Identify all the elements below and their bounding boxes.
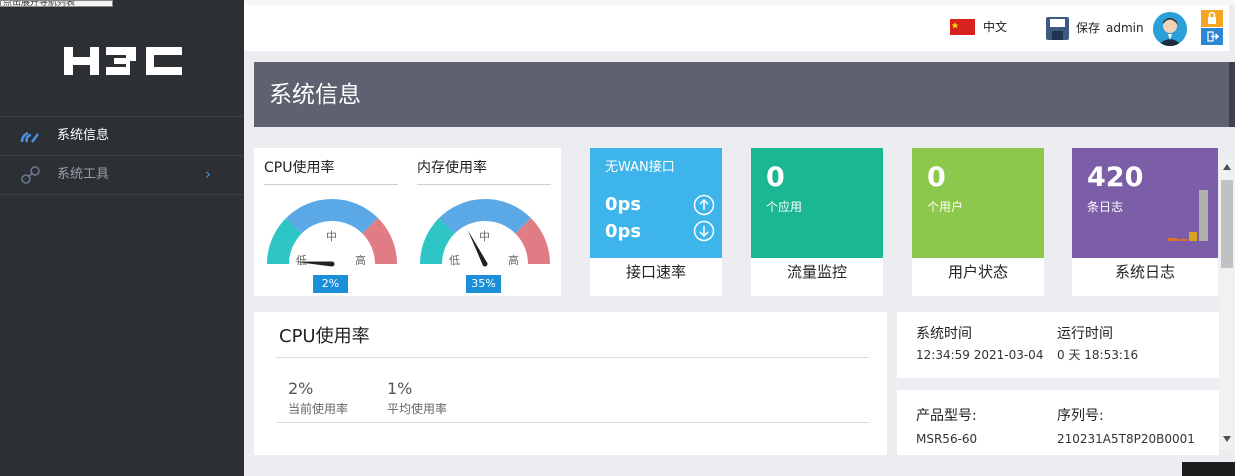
save-icon[interactable]: [1046, 17, 1069, 40]
log-bars-icon: [1168, 190, 1208, 241]
model-label: 产品型号:: [916, 408, 977, 424]
gauge-mid-segment: [439, 199, 531, 234]
arrow-up-circle-icon: [693, 194, 715, 216]
page-title: 系统信息: [269, 82, 361, 108]
gauge-mid-segment: [286, 199, 378, 234]
gauge-low-label: 低: [296, 254, 307, 267]
average-usage-value: 1%: [387, 379, 413, 398]
current-usage-value: 2%: [288, 379, 314, 398]
model-value: MSR56-60: [916, 432, 978, 446]
sidebar-item-label: 系统信息: [57, 128, 110, 143]
memory-gauge-value: 35%: [466, 275, 501, 293]
gauge-divider: [417, 184, 551, 185]
system-time-card: [897, 312, 1219, 378]
gauge-hub: [482, 261, 488, 267]
gauge-hub: [329, 261, 335, 267]
cpu-panel-title: CPU使用率: [279, 326, 370, 347]
lock-button[interactable]: [1201, 10, 1223, 27]
avatar[interactable]: [1153, 12, 1187, 46]
page-title-bar: 系统信息: [254, 62, 1229, 127]
interface-speed-tile[interactable]: 无WAN接口 0ps 0ps 接口速率: [590, 148, 722, 296]
log-count-unit: 条日志: [1087, 200, 1124, 214]
sidebar-tooltip: 点击展开导航列表: [0, 0, 113, 7]
traffic-monitor-tile[interactable]: 0 个应用 流量监控: [751, 148, 883, 296]
gauge-low-segment: [267, 218, 302, 265]
user-count: 0: [927, 162, 946, 193]
system-time-label: 系统时间: [916, 326, 972, 342]
title-bar-edge: [1229, 62, 1235, 127]
speedometer-icon: [20, 131, 39, 143]
page-scrollbar[interactable]: [1219, 160, 1235, 450]
uptime-label: 运行时间: [1057, 326, 1113, 342]
gauge-divider: [264, 184, 398, 185]
scroll-up-arrow-icon[interactable]: [1223, 164, 1231, 170]
gauge-high-label: 高: [508, 254, 519, 267]
system-log-tile[interactable]: 420 条日志 系统日志: [1072, 148, 1218, 296]
interface-status: 无WAN接口: [605, 160, 675, 175]
gauge-high-segment: [362, 218, 397, 265]
tile-label: 接口速率: [625, 263, 686, 281]
cpu-gauge-title: CPU使用率: [264, 160, 335, 176]
tile-label: 流量监控: [786, 263, 847, 281]
tools-icon: [21, 166, 40, 184]
current-usage-label: 当前使用率: [288, 402, 349, 416]
cpu-gauge-value: 2%: [313, 275, 348, 293]
memory-gauge-title: 内存使用率: [417, 160, 487, 176]
logout-icon: [1207, 31, 1220, 42]
serial-label: 序列号:: [1057, 408, 1104, 424]
log-count: 420: [1087, 162, 1144, 193]
save-button[interactable]: 保存: [1076, 20, 1100, 36]
sidebar: 系统信息 系统工具 ›: [0, 0, 244, 476]
sidebar-item-system-tools[interactable]: 系统工具 ›: [0, 156, 244, 194]
uptime-value: 0 天 18:53:16: [1057, 348, 1139, 362]
nav-separator: [0, 194, 244, 195]
user-status-tile[interactable]: 0 个用户 用户状态: [912, 148, 1044, 296]
average-usage-label: 平均使用率: [387, 402, 448, 416]
app-count: 0: [766, 162, 785, 193]
gauge-mid-label: 中: [326, 230, 337, 243]
panel-divider: [276, 422, 869, 423]
panel-divider: [276, 357, 869, 358]
system-time-value: 12:34:59 2021-03-04: [916, 348, 1044, 362]
sidebar-item-label: 系统工具: [57, 167, 110, 182]
gauge-low-label: 低: [449, 254, 460, 267]
logout-button[interactable]: [1201, 28, 1223, 45]
china-flag-icon[interactable]: [950, 19, 975, 35]
scroll-down-arrow-icon[interactable]: [1223, 436, 1231, 442]
gauge-low-segment: [420, 218, 455, 265]
tile-label: 用户状态: [947, 263, 1008, 281]
chevron-right-icon: ›: [205, 165, 211, 183]
gauge-high-label: 高: [355, 254, 366, 267]
app-count-unit: 个应用: [766, 200, 803, 214]
lock-icon: [1208, 11, 1216, 24]
language-selector[interactable]: 中文: [983, 19, 1007, 35]
download-speed: 0ps: [605, 221, 642, 242]
corner-widget: [1182, 462, 1235, 476]
username-label: admin: [1106, 21, 1144, 35]
sidebar-item-system-info[interactable]: 系统信息: [0, 117, 244, 155]
scrollbar-thumb[interactable]: [1221, 180, 1233, 268]
upload-speed: 0ps: [605, 194, 642, 215]
arrow-down-circle-icon: [693, 220, 715, 242]
h3c-logo: [64, 47, 182, 75]
user-count-unit: 个用户: [927, 200, 964, 214]
gauge-mid-label: 中: [479, 230, 490, 243]
serial-value: 210231A5T8P20B0001: [1057, 432, 1195, 446]
gauge-high-segment: [515, 218, 550, 265]
tile-label: 系统日志: [1114, 263, 1175, 281]
